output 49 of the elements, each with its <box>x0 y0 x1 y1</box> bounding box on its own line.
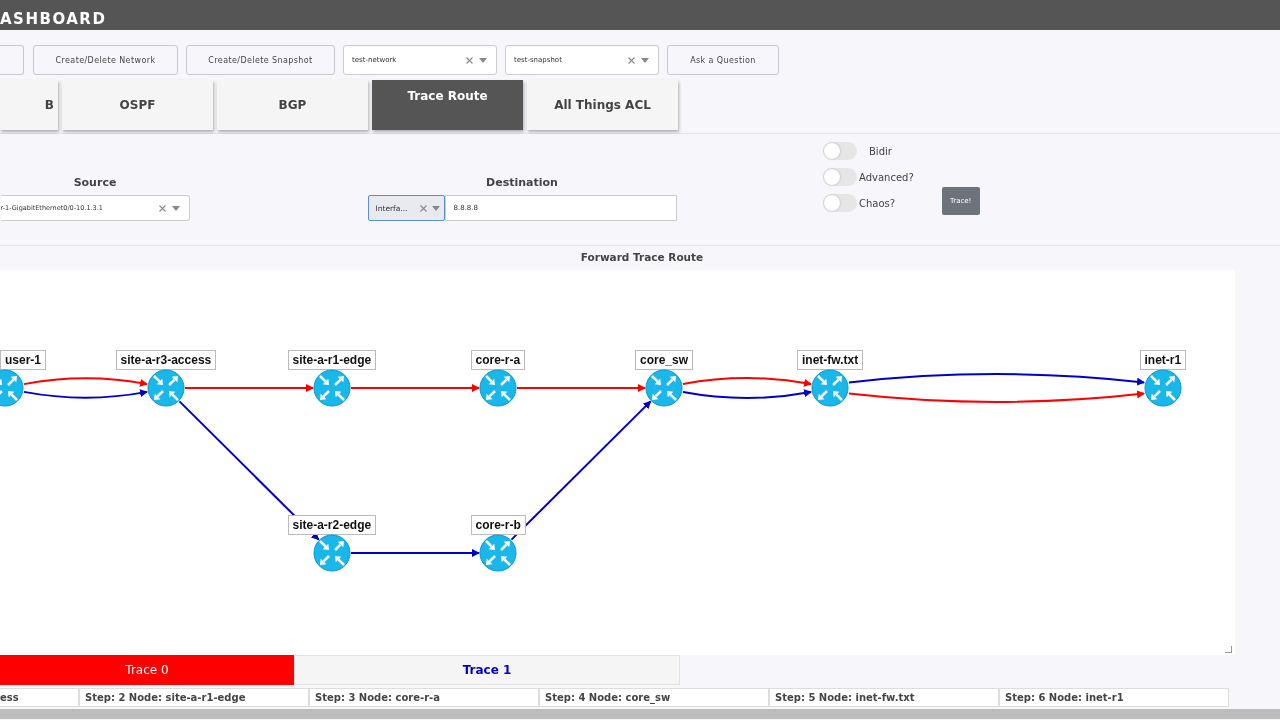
router-icon[interactable] <box>811 369 849 407</box>
router-icon[interactable] <box>1144 369 1182 407</box>
toolbar-button[interactable] <box>0 45 24 75</box>
toggle-switch[interactable] <box>823 142 857 160</box>
clear-icon[interactable] <box>419 204 427 212</box>
node-label: core_sw <box>635 350 694 370</box>
destination-label: Destination <box>486 176 558 189</box>
clear-icon[interactable] <box>466 56 473 64</box>
toggle-label: Advanced? <box>859 171 914 183</box>
toolbar-button[interactable]: Create/Delete Network <box>33 45 178 75</box>
node-label: user-1 <box>0 350 47 370</box>
toolbar-button[interactable]: Ask a Question <box>667 45 779 75</box>
tab[interactable]: All Things ACL <box>527 80 678 130</box>
toolbar-button[interactable]: Create/Delete Snapshot <box>186 45 335 75</box>
router-icon[interactable] <box>479 534 517 572</box>
tab[interactable]: B <box>0 80 58 130</box>
app-title: ASHBOARD <box>0 10 107 28</box>
router-icon[interactable] <box>313 534 351 572</box>
node-label: site-a-r3-access <box>115 350 217 370</box>
tab[interactable]: Trace Route <box>372 80 523 130</box>
tab[interactable]: BGP <box>217 80 368 130</box>
router-icon[interactable] <box>645 369 683 407</box>
toggle-label: Bidir <box>869 145 892 157</box>
step-cell: Step: 4 Node: core_sw <box>539 688 769 707</box>
node-label: site-a-r2-edge <box>287 515 377 535</box>
node-label: inet-r1 <box>1139 350 1187 370</box>
step-cell: Step: 2 Node: site-a-r1-edge <box>79 688 309 707</box>
router-icon[interactable] <box>313 369 351 407</box>
node-label: inet-fw.txt <box>797 350 864 370</box>
step-cell: Step: 6 Node: inet-r1 <box>999 688 1229 707</box>
step-cell: ess <box>0 688 79 707</box>
node-label: core-r-a <box>470 350 526 370</box>
router-icon[interactable] <box>147 369 185 407</box>
step-cell: Step: 5 Node: inet-fw.txt <box>769 688 999 707</box>
toggle-label: Chaos? <box>859 197 896 209</box>
clear-icon[interactable] <box>158 204 166 212</box>
trace-tab[interactable]: Trace 0 <box>0 655 294 685</box>
node-label: core-r-b <box>470 515 526 535</box>
source-label: Source <box>73 176 117 189</box>
trace-tab[interactable]: Trace 1 <box>294 655 680 685</box>
toggle-switch[interactable] <box>823 168 857 186</box>
tab[interactable]: OSPF <box>62 80 213 130</box>
resize-handle-icon[interactable] <box>1225 646 1232 653</box>
node-label: site-a-r1-edge <box>287 350 377 370</box>
step-cell: Step: 3 Node: core-r-a <box>309 688 539 707</box>
graph-title: Forward Trace Route <box>579 250 705 265</box>
router-icon[interactable] <box>479 369 517 407</box>
toggle-switch[interactable] <box>823 194 857 212</box>
clear-icon[interactable] <box>628 56 635 64</box>
